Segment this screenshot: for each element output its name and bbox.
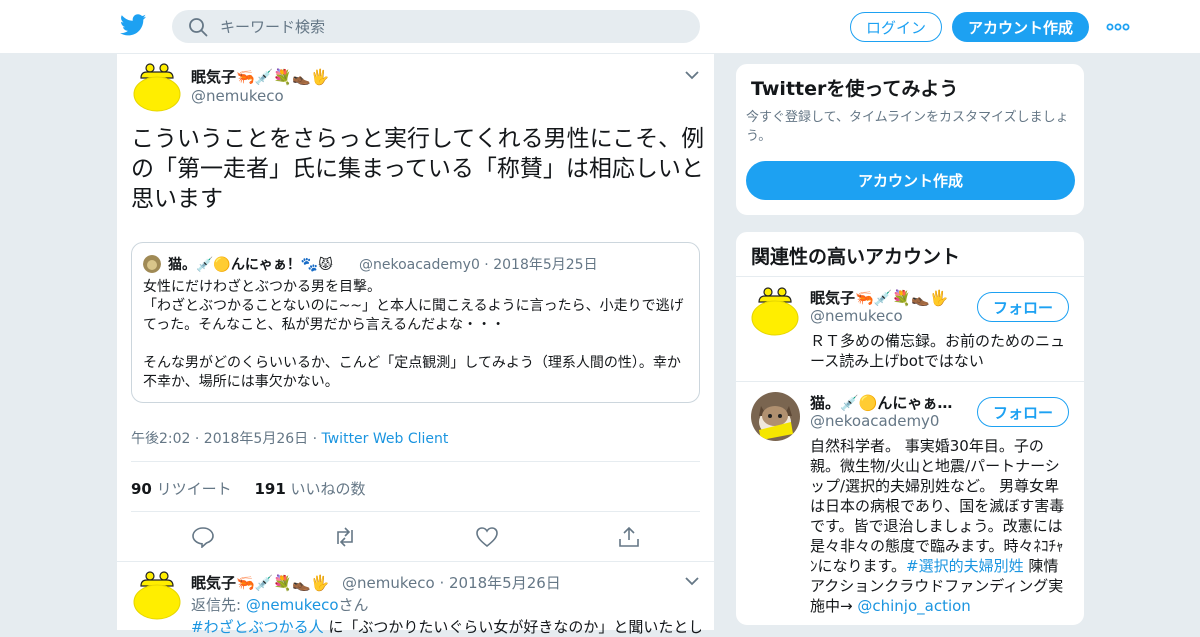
search-box[interactable] bbox=[172, 10, 700, 43]
signup-button[interactable]: アカウント作成 bbox=[952, 12, 1089, 42]
quote-avatar bbox=[143, 255, 161, 273]
account-handle[interactable]: @nekoacademy0 bbox=[810, 412, 939, 430]
like-count[interactable]: 191 いいねの数 bbox=[254, 480, 365, 498]
tweet-column: 眠気子🦐💉💐👞🖐 @nemukeco こういうことをさらっと実行してくれる男性に… bbox=[116, 54, 716, 636]
quote-text: 女性にだけわざとぶつかる男を目撃。 「わざとぶつかることないのに~~」と本人に聞… bbox=[143, 279, 684, 390]
author-name[interactable]: 眠気子🦐💉💐👞🖐 bbox=[191, 66, 329, 87]
reply-author-name[interactable]: 眠気子🦐💉💐👞🖐 bbox=[191, 572, 329, 593]
retweet-icon[interactable] bbox=[333, 526, 357, 548]
reply-meta[interactable]: @nemukeco · 2018年5月26日 bbox=[342, 572, 561, 593]
share-icon[interactable] bbox=[617, 526, 641, 548]
twitter-bird-icon[interactable] bbox=[120, 14, 146, 36]
quote-author-name: 猫。💉🟡んにゃぁ！🐾😾 bbox=[168, 257, 333, 273]
retweet-count[interactable]: 90 リツイート bbox=[131, 480, 232, 498]
avatar[interactable] bbox=[133, 62, 181, 112]
account-handle[interactable]: @nemukeco bbox=[810, 307, 903, 325]
avatar[interactable] bbox=[133, 570, 181, 620]
follow-button[interactable]: フォロー bbox=[977, 292, 1069, 322]
top-bar: ログイン アカウント作成 bbox=[0, 0, 1200, 54]
mention-link[interactable]: @chinjo_action bbox=[857, 597, 970, 615]
reply-text: #わざとぶつかる人 に「ぶつかりたいぐらい女が好きなのか」と聞いたとし bbox=[191, 618, 701, 636]
cat-avatar[interactable] bbox=[751, 392, 800, 441]
create-account-button[interactable]: アカウント作成 bbox=[746, 161, 1075, 200]
hashtag-link[interactable]: #選択的夫婦別姓 bbox=[906, 557, 1024, 575]
search-input[interactable] bbox=[220, 10, 680, 43]
search-icon bbox=[189, 18, 208, 37]
chevron-down-icon[interactable] bbox=[685, 576, 699, 586]
signup-card: Twitterを使ってみよう 今すぐ登録して、タイムラインをカスタマイズしましょ… bbox=[735, 63, 1085, 216]
source-link[interactable]: Twitter Web Client bbox=[322, 431, 449, 447]
divider bbox=[736, 276, 1084, 277]
signup-card-title: Twitterを使ってみよう bbox=[751, 78, 959, 100]
account-bio: 自然科学者。 事実婚30年目。子の親。微生物/火山と地震/パートナーシップ/選択… bbox=[810, 437, 1065, 615]
follow-button[interactable]: フォロー bbox=[977, 397, 1069, 427]
divider bbox=[131, 511, 700, 512]
quoted-tweet[interactable]: 猫。💉🟡んにゃぁ！🐾😾 @nekoacademy0 · 2018年5月25日 女… bbox=[131, 242, 700, 403]
tweet-timestamp: 午後2:02 · 2018年5月26日 · Twitter Web Client bbox=[131, 431, 449, 447]
divider bbox=[736, 381, 1084, 382]
signup-card-subtitle: 今すぐ登録して、タイムラインをカスタマイズしましょう。 bbox=[746, 110, 1069, 144]
more-options-icon[interactable] bbox=[1106, 18, 1130, 36]
avatar[interactable] bbox=[751, 286, 799, 336]
divider bbox=[131, 461, 700, 462]
login-button[interactable]: ログイン bbox=[850, 12, 942, 42]
divider bbox=[117, 561, 716, 562]
reply-to-link[interactable]: @nemukeco bbox=[246, 596, 339, 614]
reply-icon[interactable] bbox=[191, 526, 215, 548]
related-accounts-title: 関連性の高いアカウント bbox=[751, 246, 961, 268]
tweet-text: こういうことをさらっと実行してくれる男性にこそ、例の「第一走者」氏に集まっている… bbox=[131, 126, 705, 212]
account-name[interactable]: 眠気子🦐💉💐👞🖐 bbox=[810, 287, 970, 308]
account-name[interactable]: 猫。💉🟡んにゃぁ… bbox=[810, 392, 970, 413]
tweet-stats: 90 リツイート 191 いいねの数 bbox=[131, 478, 366, 499]
account-bio: ＲＴ多めの備忘録。お前のためのニュース読み上げbotではない bbox=[810, 332, 1066, 370]
related-accounts-card: 関連性の高いアカウント 眠気子🦐💉💐👞🖐 @nemukeco フォロー ＲＴ多め… bbox=[735, 231, 1085, 626]
hashtag-link[interactable]: #わざとぶつかる人 bbox=[191, 618, 324, 636]
author-handle[interactable]: @nemukeco bbox=[191, 87, 284, 105]
reply-to-line: 返信先: @nemukecoさん bbox=[191, 596, 369, 614]
quote-meta: @nekoacademy0 · 2018年5月25日 bbox=[359, 257, 598, 273]
like-heart-icon[interactable] bbox=[475, 526, 499, 548]
chevron-down-icon[interactable] bbox=[685, 70, 699, 80]
